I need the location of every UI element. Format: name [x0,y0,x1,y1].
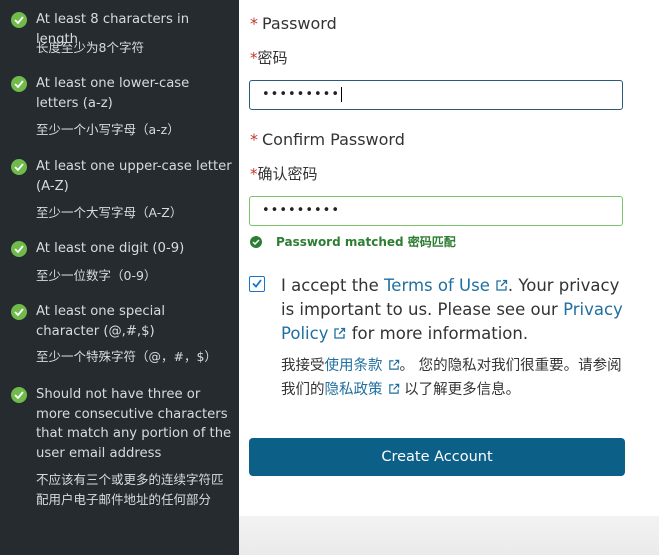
check-circle-icon [11,159,27,175]
password-input[interactable]: ••••••••• [249,80,623,110]
page-background [239,516,659,555]
requirement-text: At least one digit (0-9) [36,241,185,256]
confirm-password-label: * Confirm Password [250,130,405,149]
terms-of-use-link-zh[interactable]: 使用条款 [325,358,400,374]
requirement-text-zh: 至少一个特殊字符（@，#，$） [36,349,217,364]
consent-text-zh: 我接受使用条款。 您的隐私对我们很重要。请参阅我们的隐私政策 以了解更多信息。 [281,358,622,398]
confirm-password-value: ••••••••• [262,203,341,218]
terms-of-use-link[interactable]: Terms of Use [384,276,508,295]
check-circle-icon [250,236,262,248]
text-caret [341,87,343,102]
password-requirements-tooltip: At least 8 characters in length 长度至少为8个字… [0,0,239,555]
password-match-message: Password matched 密码匹配 [250,233,456,250]
password-label: * Password [250,14,337,33]
signup-form: * Password *密码 ••••••••• * Confirm Passwor… [239,0,659,516]
requirement-text-zh: 至少一个小写字母（a-z） [36,122,180,137]
terms-checkbox[interactable] [249,276,265,292]
requirement-text: At least one lower-case letters (a-z) [36,76,190,111]
check-circle-icon [11,387,27,403]
requirement-text-zh: 不应该有三个或更多的连续字符匹配用户电子邮件地址的任何部分 [36,472,224,507]
external-link-icon [334,327,346,339]
requirement-text: At least one upper-case letter (A-Z) [36,159,232,194]
check-circle-icon [11,304,27,320]
password-label-zh: *密码 [250,49,288,67]
check-circle-icon [11,12,27,28]
requirement-text-zh: 长度至少为8个字符 [36,40,144,55]
external-link-icon [388,383,399,394]
external-link-icon [496,279,507,291]
requirement-text-zh: 至少一个大写字母（A-Z） [36,205,183,220]
confirm-password-input[interactable]: ••••••••• [249,196,623,226]
requirement-text-zh: 至少一位数字（0-9） [36,268,157,283]
requirement-text: Should not have three or more consecutiv… [36,387,232,461]
external-link-icon [388,359,399,370]
check-circle-icon [11,76,27,92]
check-circle-icon [11,241,27,257]
privacy-policy-link-zh[interactable]: 隐私政策 [325,382,400,398]
create-account-button[interactable]: Create Account [249,438,625,476]
password-value: ••••••••• [262,87,343,102]
confirm-password-label-zh: *确认密码 [250,165,318,183]
consent-text: I accept the Terms of Use. Your privacy … [281,276,623,343]
requirement-text: At least one special character (@,#,$) [36,304,165,339]
